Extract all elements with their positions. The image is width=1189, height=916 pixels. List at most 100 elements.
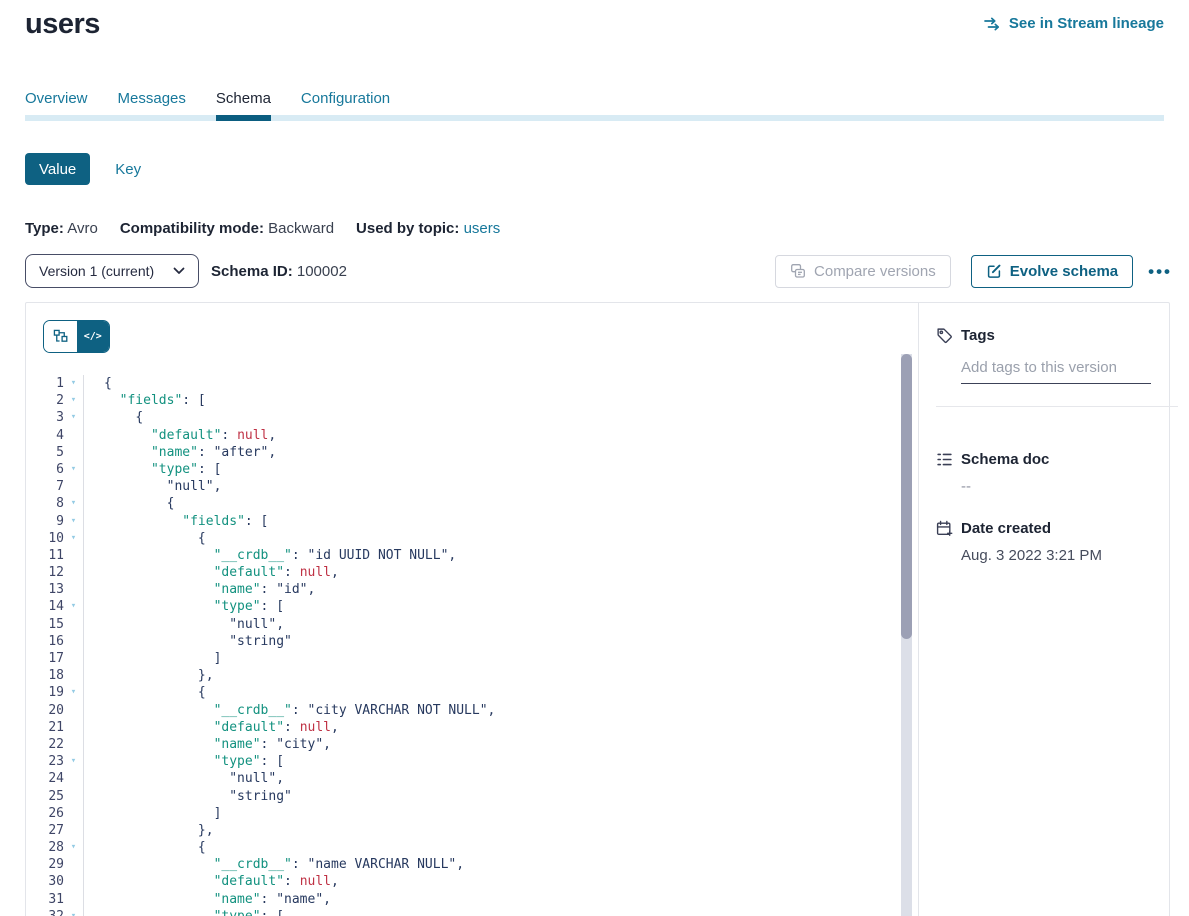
code-line: 7 "null", — [26, 478, 918, 495]
code-line: 32▾ "type": [ — [26, 908, 918, 916]
compare-versions-button[interactable]: Compare versions — [775, 255, 951, 288]
line-number: 1 — [26, 375, 64, 392]
code-line: 25 "string" — [26, 788, 918, 805]
schema-editor: </> 1▾{2▾ "fields": [3▾ {4 "default": nu… — [26, 303, 918, 916]
code-view-icon: </> — [84, 331, 102, 342]
code-line: 26 ] — [26, 805, 918, 822]
line-number: 32 — [26, 908, 64, 916]
fold-gutter — [64, 770, 84, 787]
code-text: ] — [84, 805, 221, 822]
code-text: "default": null, — [84, 427, 276, 444]
key-toggle-button[interactable]: Key — [115, 161, 141, 178]
fold-gutter — [64, 478, 84, 495]
schema-sidebar: Tags Schema doc -- — [918, 303, 1189, 916]
tab-underline — [25, 115, 1164, 121]
line-number: 30 — [26, 873, 64, 890]
schema-type: Type: Avro — [25, 220, 98, 237]
line-number: 15 — [26, 616, 64, 633]
line-number: 2 — [26, 392, 64, 409]
edit-schema-icon — [986, 263, 1002, 279]
fold-toggle-icon[interactable]: ▾ — [64, 513, 84, 530]
tree-view-button[interactable] — [44, 321, 77, 352]
schema-meta-row: Type: Avro Compatibility mode: Backward … — [25, 220, 500, 237]
fold-toggle-icon[interactable]: ▾ — [64, 753, 84, 770]
used-by-topic: Used by topic: users — [356, 220, 500, 237]
fold-toggle-icon[interactable]: ▾ — [64, 908, 84, 916]
schema-page: users See in Stream lineage Overview Mes… — [0, 0, 1189, 916]
code-text: { — [84, 495, 174, 512]
line-number: 3 — [26, 409, 64, 426]
add-tags-input[interactable] — [961, 357, 1151, 384]
line-number: 28 — [26, 839, 64, 856]
fold-toggle-icon[interactable]: ▾ — [64, 392, 84, 409]
line-number: 29 — [26, 856, 64, 873]
code-text: "null", — [84, 478, 221, 495]
code-line: 5 "name": "after", — [26, 444, 918, 461]
sidebar-divider — [936, 406, 1178, 407]
fold-toggle-icon[interactable]: ▾ — [64, 684, 84, 701]
compatibility-mode: Compatibility mode: Backward — [120, 220, 334, 237]
tab-bar: Overview Messages Schema Configuration — [25, 90, 1164, 121]
code-line: 24 "null", — [26, 770, 918, 787]
code-text: "default": null, — [84, 564, 339, 581]
editor-scrollbar-track[interactable] — [901, 354, 912, 916]
code-line: 28▾ { — [26, 839, 918, 856]
fold-gutter — [64, 856, 84, 873]
tab-configuration[interactable]: Configuration — [301, 90, 390, 115]
line-number: 9 — [26, 513, 64, 530]
page-title: users — [25, 8, 100, 41]
code-text: "name": "id", — [84, 581, 315, 598]
tab-overview[interactable]: Overview — [25, 90, 88, 115]
see-in-stream-lineage-link[interactable]: See in Stream lineage — [984, 15, 1164, 32]
fold-toggle-icon[interactable]: ▾ — [64, 598, 84, 615]
code-line: 17 ] — [26, 650, 918, 667]
fold-gutter — [64, 822, 84, 839]
tags-section-heading: Tags — [936, 327, 1178, 344]
code-text: { — [84, 839, 206, 856]
more-actions-button[interactable]: ••• — [1148, 263, 1172, 280]
stream-lineage-icon — [984, 17, 1002, 31]
tag-icon — [936, 327, 953, 344]
tree-view-icon — [53, 329, 68, 344]
code-line: 6▾ "type": [ — [26, 461, 918, 478]
fold-gutter — [64, 667, 84, 684]
fold-toggle-icon[interactable]: ▾ — [64, 530, 84, 547]
fold-toggle-icon[interactable]: ▾ — [64, 409, 84, 426]
fold-toggle-icon[interactable]: ▾ — [64, 461, 84, 478]
code-line: 22 "name": "city", — [26, 736, 918, 753]
code-text: { — [84, 684, 206, 701]
value-toggle-button[interactable]: Value — [25, 153, 90, 185]
date-created-heading: Date created — [936, 520, 1178, 537]
line-number: 17 — [26, 650, 64, 667]
chevron-down-icon — [173, 267, 185, 275]
tab-messages[interactable]: Messages — [118, 90, 186, 115]
fold-toggle-icon[interactable]: ▾ — [64, 495, 84, 512]
fold-toggle-icon[interactable]: ▾ — [64, 839, 84, 856]
code-line: 1▾{ — [26, 375, 918, 392]
code-line: 29 "__crdb__": "name VARCHAR NULL", — [26, 856, 918, 873]
line-number: 23 — [26, 753, 64, 770]
code-line: 9▾ "fields": [ — [26, 513, 918, 530]
code-text: "__crdb__": "city VARCHAR NOT NULL", — [84, 702, 495, 719]
code-view-button[interactable]: </> — [77, 321, 110, 352]
evolve-schema-button[interactable]: Evolve schema — [971, 255, 1133, 288]
code-line: 21 "default": null, — [26, 719, 918, 736]
line-number: 7 — [26, 478, 64, 495]
fold-gutter — [64, 736, 84, 753]
fold-toggle-icon[interactable]: ▾ — [64, 375, 84, 392]
code-line: 10▾ { — [26, 530, 918, 547]
fold-gutter — [64, 873, 84, 890]
code-text: { — [84, 409, 143, 426]
editor-scrollbar-thumb[interactable] — [901, 354, 912, 639]
fold-gutter — [64, 581, 84, 598]
code-text: "__crdb__": "id UUID NOT NULL", — [84, 547, 456, 564]
code-line: 3▾ { — [26, 409, 918, 426]
code-text: "name": "name", — [84, 891, 331, 908]
tab-schema[interactable]: Schema — [216, 90, 271, 115]
version-dropdown[interactable]: Version 1 (current) — [25, 254, 199, 288]
line-number: 25 — [26, 788, 64, 805]
date-created-section: Date created Aug. 3 2022 3:21 PM — [936, 520, 1178, 564]
topic-link[interactable]: users — [464, 220, 501, 237]
fold-gutter — [64, 633, 84, 650]
line-number: 24 — [26, 770, 64, 787]
